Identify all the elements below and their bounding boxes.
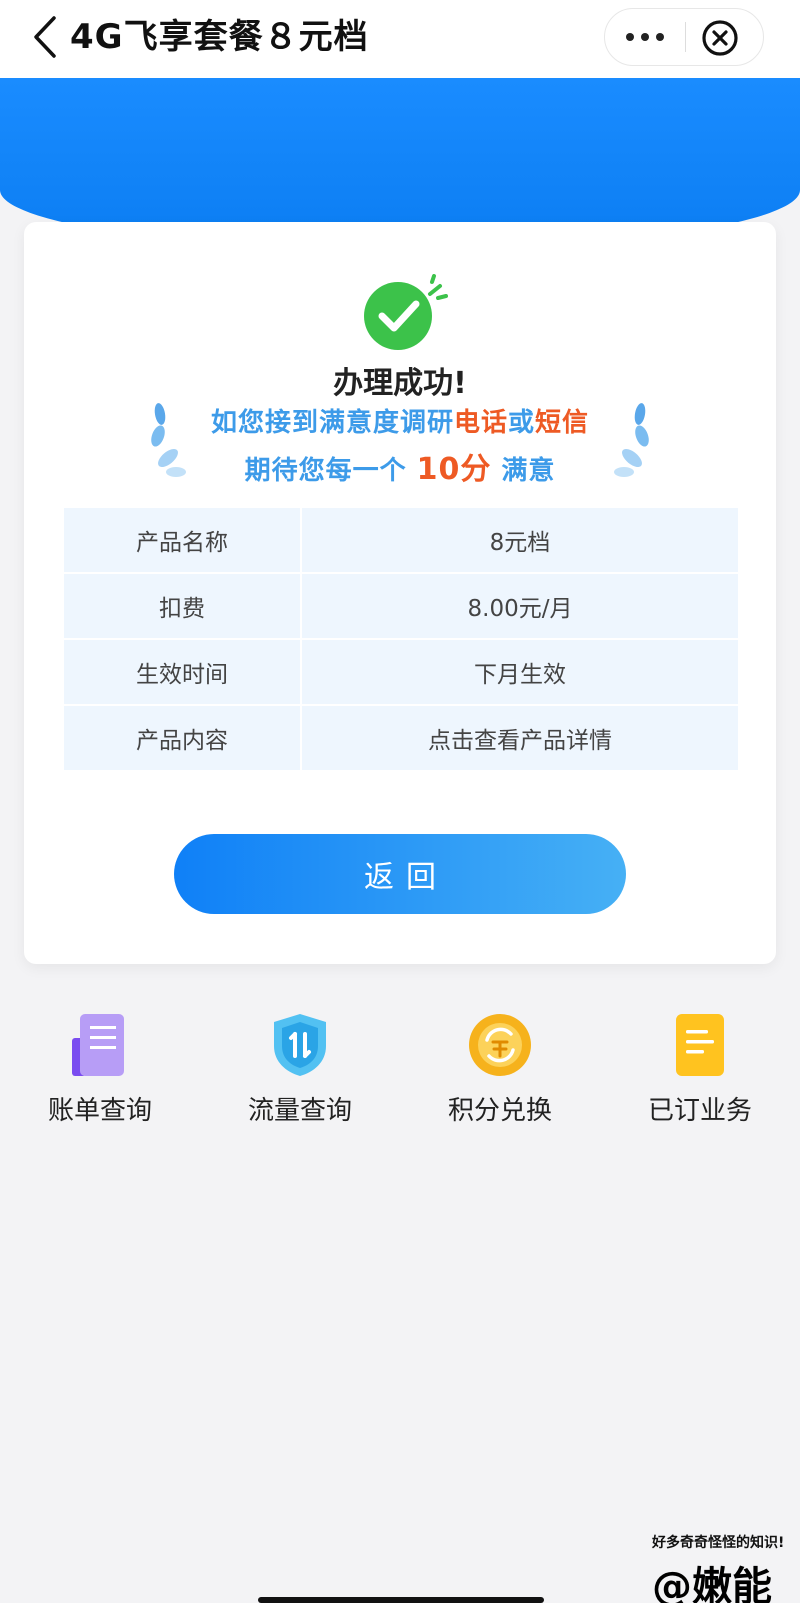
page-title: 4G飞享套餐８元档 [70, 17, 369, 57]
home-indicator[interactable] [258, 1597, 544, 1603]
watermark-handle: @嫩能 [652, 1564, 772, 1603]
data-traffic-icon [274, 1014, 326, 1076]
row-label: 扣费 [64, 574, 302, 640]
mini-program-capsule [604, 8, 764, 66]
shortcut-points-exchange[interactable]: 积分兑换 [400, 1012, 600, 1132]
table-row: 生效时间 下月生效 [64, 640, 738, 706]
success-check-icon [364, 274, 448, 350]
result-card: 办理成功! 如您接到满意度调研电话或短信 期待您每一个 10分 满意 产品名称 … [24, 222, 776, 964]
row-value: 8元档 [302, 508, 738, 574]
close-button[interactable] [701, 19, 739, 57]
shortcut-label: 流量查询 [247, 1096, 352, 1126]
table-row: 产品名称 8元档 [64, 508, 738, 574]
shortcut-bar: 账单查询 流量查询 积分兑换 已订业务 [0, 1012, 800, 1132]
row-value: 8.00元/月 [302, 574, 738, 640]
row-label: 产品名称 [64, 508, 302, 574]
shortcut-label: 积分兑换 [447, 1096, 552, 1126]
shortcut-subscribed-services[interactable]: 已订业务 [600, 1012, 800, 1132]
close-circle-icon [702, 20, 738, 56]
watermark-caption: 好多奇奇怪怪的知识! [652, 1535, 785, 1551]
points-exchange-icon [469, 1014, 531, 1076]
more-dots-icon [626, 33, 634, 41]
shortcut-label: 已订业务 [647, 1096, 752, 1126]
table-row[interactable]: 产品内容 点击查看产品详情 [64, 706, 738, 772]
success-title: 办理成功! [333, 366, 467, 401]
chevron-left-icon [34, 16, 56, 58]
return-button[interactable]: 返回 [174, 834, 626, 914]
table-row: 扣费 8.00元/月 [64, 574, 738, 640]
row-label: 产品内容 [64, 706, 302, 772]
top-bar: 4G飞享套餐８元档 [0, 0, 800, 78]
survey-notice-line1: 如您接到满意度调研电话或短信 [210, 408, 590, 438]
more-button[interactable] [605, 9, 685, 65]
row-label: 生效时间 [64, 640, 302, 706]
shortcut-bill-query[interactable]: 账单查询 [0, 1012, 200, 1132]
shortcut-data-query[interactable]: 流量查询 [200, 1012, 400, 1132]
subscribed-services-icon [676, 1014, 724, 1076]
capsule-divider [685, 22, 686, 52]
back-button[interactable] [26, 14, 66, 60]
product-details-link[interactable]: 点击查看产品详情 [302, 706, 738, 772]
row-value: 下月生效 [302, 640, 738, 706]
product-info-table: 产品名称 8元档 扣费 8.00元/月 生效时间 下月生效 产品内容 点击查看产… [64, 508, 738, 772]
shortcut-label: 账单查询 [47, 1096, 152, 1126]
bill-icon [72, 1014, 124, 1076]
survey-notice-line2: 期待您每一个 10分 满意 [244, 452, 556, 487]
